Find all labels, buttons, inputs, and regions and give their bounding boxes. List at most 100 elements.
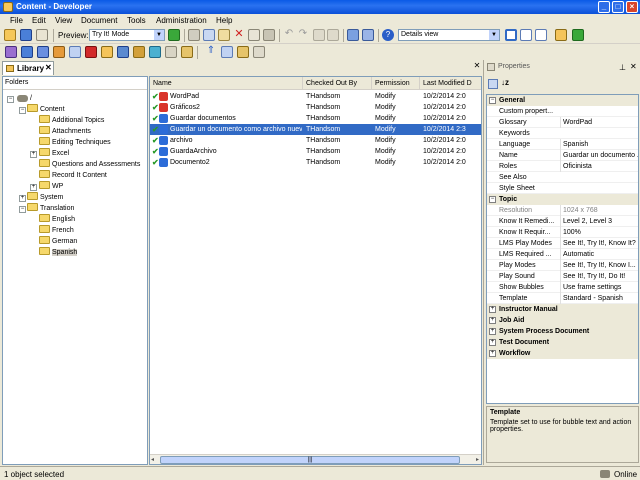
tree-item-french[interactable]: French: [39, 225, 74, 236]
property-value[interactable]: See It!, Try It!, Do It!: [560, 271, 638, 282]
new-web-page-icon[interactable]: [53, 46, 65, 58]
redo-icon[interactable]: ↷: [297, 29, 309, 41]
new-section-icon[interactable]: [21, 46, 33, 58]
property-row[interactable]: Keywords: [487, 128, 638, 139]
tree-item-editing-techniques[interactable]: Editing Techniques: [39, 137, 111, 148]
property-group[interactable]: + Job Aid: [487, 315, 638, 326]
paste-icon[interactable]: [218, 29, 230, 41]
scrollbar-thumb[interactable]: |||: [160, 456, 460, 464]
menu-document[interactable]: Document: [81, 16, 117, 25]
table-row[interactable]: ✔ Guardar documentos THandsom Modify 10/2/20…: [150, 113, 481, 124]
tree-item-system[interactable]: System: [27, 192, 63, 203]
tree-item-german[interactable]: German: [39, 236, 77, 247]
tree-item-attachments[interactable]: Attachments: [39, 126, 91, 137]
property-group[interactable]: + Instructor Manual: [487, 304, 638, 315]
new-module-icon[interactable]: [5, 46, 17, 58]
expand-icon[interactable]: +: [489, 339, 496, 346]
property-value[interactable]: 1024 x 768: [560, 205, 638, 216]
spell-check-icon[interactable]: [165, 46, 177, 58]
property-group[interactable]: − General: [487, 95, 638, 106]
table-row[interactable]: ✔ Gráficos2 THandsom Modify 10/2/2014 2:0: [150, 102, 481, 113]
column-header-last-modified[interactable]: Last Modified D: [420, 77, 481, 90]
property-value[interactable]: Guardar un documento ...: [560, 150, 638, 161]
expand-toggle[interactable]: −: [7, 96, 14, 103]
tab-library[interactable]: Library ✕: [2, 61, 54, 75]
table-row[interactable]: ✔ Guardar un documento como archivo nuevo…: [150, 124, 481, 135]
tree-item-wp[interactable]: WP: [39, 181, 63, 192]
tree-item-english[interactable]: English: [39, 214, 75, 225]
link-icon[interactable]: [263, 29, 275, 41]
property-row[interactable]: Play Modes See It!, Try It!, Know I...: [487, 260, 638, 271]
property-row[interactable]: Name Guardar un documento ...: [487, 150, 638, 161]
property-group[interactable]: + System Process Document: [487, 326, 638, 337]
property-value[interactable]: 100%: [560, 227, 638, 238]
minimize-button[interactable]: _: [598, 1, 610, 13]
categorized-icon[interactable]: [488, 79, 498, 89]
menu-tools[interactable]: Tools: [127, 16, 146, 25]
property-group[interactable]: + Test Document: [487, 337, 638, 348]
tree-item-excel[interactable]: Excel: [39, 148, 69, 159]
indent-icon[interactable]: [313, 29, 325, 41]
tree-item-translation[interactable]: Translation: [27, 203, 74, 214]
property-row[interactable]: See Also: [487, 172, 638, 183]
column-header-name[interactable]: Name: [150, 77, 303, 90]
sort-alphabetical-icon[interactable]: ↓z: [501, 78, 509, 87]
copy-icon[interactable]: [203, 29, 215, 41]
split-vertical-icon[interactable]: [535, 29, 547, 41]
expand-toggle[interactable]: +: [30, 184, 37, 191]
expand-icon[interactable]: +: [489, 350, 496, 357]
publish-icon[interactable]: [85, 46, 97, 58]
expand-toggle[interactable]: −: [19, 107, 26, 114]
play-icon[interactable]: [168, 29, 180, 41]
delete-icon[interactable]: ✕: [233, 29, 245, 41]
new-glossary-icon[interactable]: [69, 46, 81, 58]
close-button[interactable]: ×: [626, 1, 638, 13]
property-group[interactable]: − Topic: [487, 194, 638, 205]
property-value[interactable]: Standard - Spanish: [560, 293, 638, 304]
property-value[interactable]: See It!, Try It!, Know I...: [560, 260, 638, 271]
menu-administration[interactable]: Administration: [156, 16, 207, 25]
find-replace-icon[interactable]: [362, 29, 374, 41]
compare-icon[interactable]: [253, 46, 265, 58]
undo-icon[interactable]: ↶: [283, 29, 295, 41]
help-icon[interactable]: ?: [382, 29, 394, 41]
property-value[interactable]: Level 2, Level 3: [560, 216, 638, 227]
maximize-button[interactable]: □: [612, 1, 624, 13]
menu-edit[interactable]: Edit: [32, 16, 46, 25]
property-row[interactable]: Show Bubbles Use frame settings: [487, 282, 638, 293]
layout-icon[interactable]: [505, 29, 517, 41]
property-grid[interactable]: − General Custom propert... Glossary WordPad…: [486, 94, 639, 404]
preview-mode-select[interactable]: Try It! Mode ▼: [89, 29, 165, 41]
column-header-permission[interactable]: Permission: [372, 77, 420, 90]
property-row[interactable]: Resolution 1024 x 768: [487, 205, 638, 216]
property-row[interactable]: Custom propert...: [487, 106, 638, 117]
lock-icon[interactable]: [181, 46, 193, 58]
tree-item-additional-topics[interactable]: Additional Topics: [39, 115, 104, 126]
check-out-icon[interactable]: [221, 46, 233, 58]
document-list-pane[interactable]: Name Checked Out By Permission Last Modi…: [149, 76, 482, 465]
export-icon[interactable]: [149, 46, 161, 58]
import-icon[interactable]: [133, 46, 145, 58]
property-row[interactable]: Language Spanish: [487, 139, 638, 150]
property-row[interactable]: Glossary WordPad: [487, 117, 638, 128]
library-icon[interactable]: [555, 29, 567, 41]
collapse-icon[interactable]: −: [489, 97, 496, 104]
open-folder-icon[interactable]: [4, 29, 16, 41]
property-value[interactable]: Automatic: [560, 249, 638, 260]
cut-icon[interactable]: [188, 29, 200, 41]
save-icon[interactable]: [20, 29, 32, 41]
property-row[interactable]: Know It Requir... 100%: [487, 227, 638, 238]
folders-pane[interactable]: Folders − / − Content Additional Topics …: [2, 76, 148, 465]
tree-item-content[interactable]: Content: [27, 104, 65, 115]
history-icon[interactable]: [237, 46, 249, 58]
split-horizontal-icon[interactable]: [520, 29, 532, 41]
property-value[interactable]: Oficinista: [560, 161, 638, 172]
refresh-icon[interactable]: [572, 29, 584, 41]
scroll-left-icon[interactable]: ◂: [151, 456, 154, 463]
view-mode-select[interactable]: Details view ▼: [398, 29, 500, 41]
property-value[interactable]: Spanish: [560, 139, 638, 150]
package-icon[interactable]: [117, 46, 129, 58]
close-icon[interactable]: ✕: [630, 62, 637, 71]
expand-toggle[interactable]: +: [19, 195, 26, 202]
table-row[interactable]: ✔ Documento2 THandsom Modify 10/2/2014 2:0: [150, 157, 481, 168]
